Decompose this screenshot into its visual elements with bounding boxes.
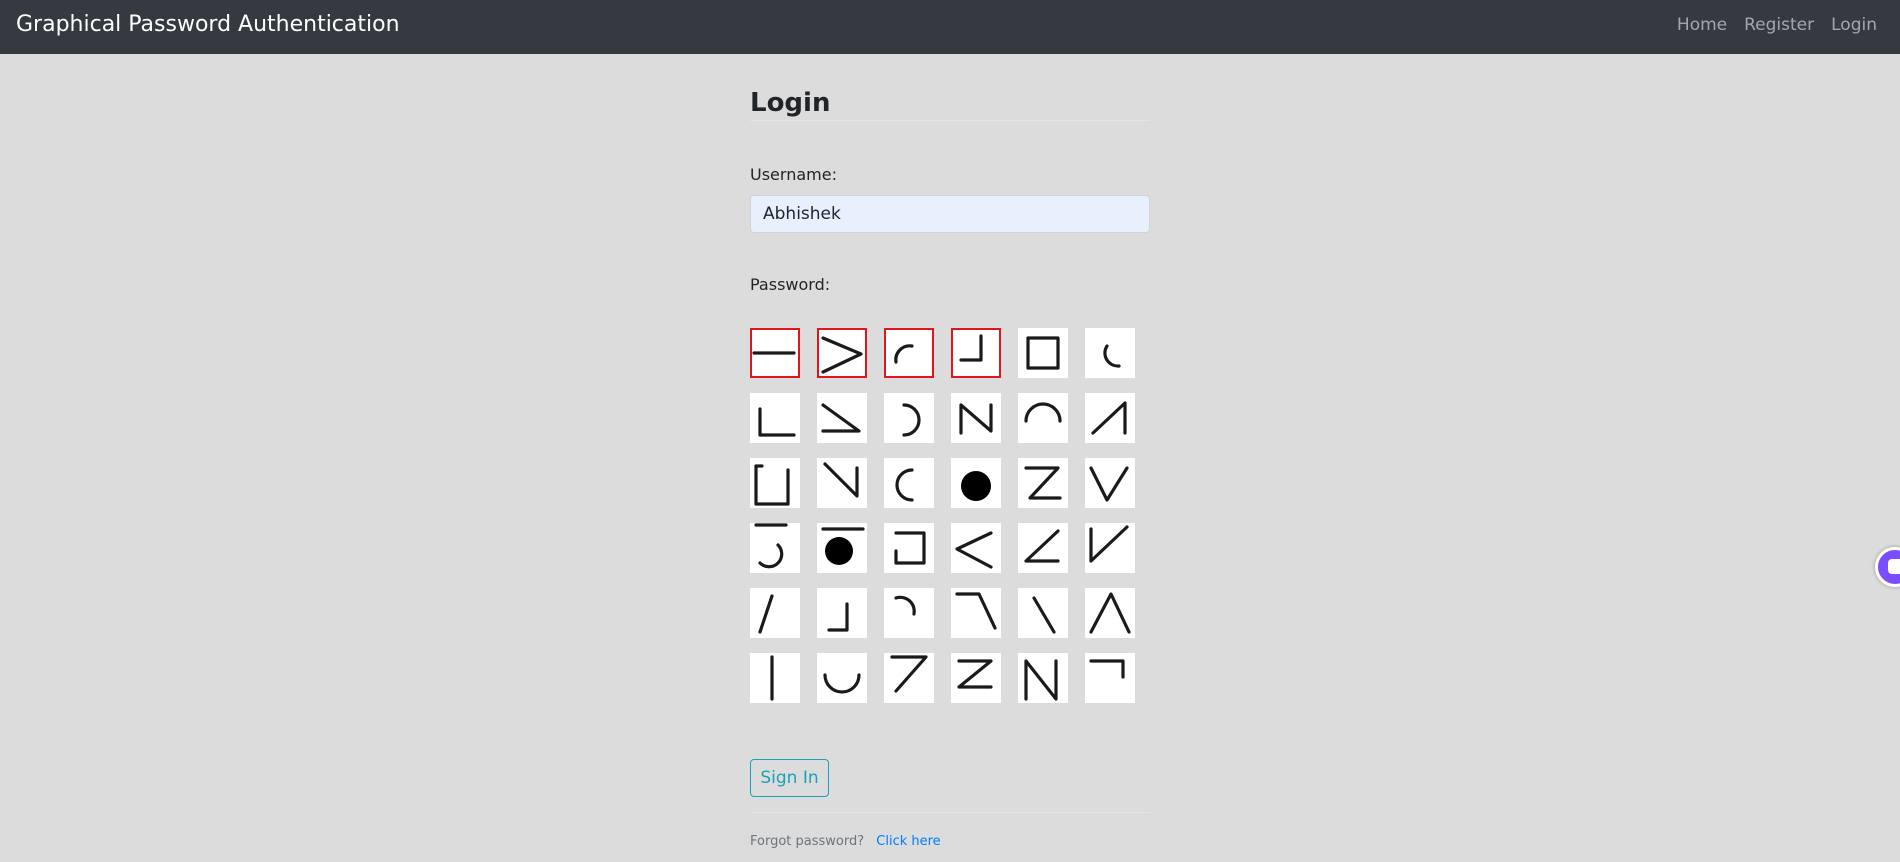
seven-icon xyxy=(890,655,928,693)
chat-widget-icon[interactable] xyxy=(1875,547,1900,587)
password-tile-angle-bottom[interactable] xyxy=(1018,523,1068,573)
password-tile-n-letter-full[interactable] xyxy=(1018,653,1068,703)
hook-bottom-right-icon xyxy=(754,523,788,569)
password-tile-corner-bottom-right[interactable] xyxy=(951,328,1001,378)
arc-top-icon xyxy=(1024,402,1062,423)
navbar: Graphical Password Authentication Home R… xyxy=(0,0,1900,54)
square-icon xyxy=(1026,336,1060,370)
password-tile-v-letter[interactable] xyxy=(1085,458,1135,508)
backslash-corner-icon xyxy=(823,462,859,498)
slash-icon xyxy=(758,594,774,634)
password-tile-triangle-down-right[interactable] xyxy=(817,393,867,443)
nav-link-home[interactable]: Home xyxy=(1677,15,1727,35)
greater-than-icon xyxy=(821,336,863,374)
password-tile-square[interactable] xyxy=(1018,328,1068,378)
corner-right-icon xyxy=(827,602,849,632)
password-tile-open-square-right[interactable] xyxy=(884,523,934,573)
password-tile-open-circle[interactable] xyxy=(817,523,867,573)
password-tile-open-square-left[interactable] xyxy=(750,458,800,508)
check-down-left-icon xyxy=(1089,525,1129,563)
corner-bottom-right-icon xyxy=(959,334,983,362)
corner-bottom-left-icon xyxy=(758,407,796,437)
password-tile-lambda[interactable] xyxy=(1085,588,1135,638)
password-tile-corner-bottom-left[interactable] xyxy=(750,393,800,443)
arc-left-icon xyxy=(895,468,914,502)
password-tile-arc-left[interactable] xyxy=(884,458,934,508)
hook-top-right-icon xyxy=(894,595,916,616)
brand-title[interactable]: Graphical Password Authentication xyxy=(16,12,400,37)
password-tile-vertical-line[interactable] xyxy=(750,653,800,703)
forgot-password-row: Forgot password? Click here xyxy=(750,834,941,849)
angle-top-left-icon xyxy=(955,592,997,630)
triangle-up-right-icon xyxy=(1091,401,1127,435)
password-tile-n-letter[interactable] xyxy=(951,393,1001,443)
horizontal-line-icon xyxy=(752,351,796,355)
password-tile-check-down-left[interactable] xyxy=(1085,523,1135,573)
arc-right-icon xyxy=(902,403,921,437)
lambda-icon xyxy=(1089,592,1131,634)
n-letter-icon xyxy=(959,403,993,435)
password-tile-horizontal-line[interactable] xyxy=(750,328,800,378)
password-label: Password: xyxy=(750,275,831,294)
nav-links: Home Register Login xyxy=(1677,15,1877,35)
chat-face-icon xyxy=(1888,559,1900,574)
username-input[interactable] xyxy=(750,195,1150,233)
password-tile-arc-bottom-left[interactable] xyxy=(1085,328,1135,378)
password-tile-arc-top[interactable] xyxy=(1018,393,1068,443)
password-tile-hook-bottom-right[interactable] xyxy=(750,523,800,573)
password-tile-corner-top-right[interactable] xyxy=(1085,653,1135,703)
footer-divider xyxy=(750,812,1150,813)
password-tile-z-letter[interactable] xyxy=(951,653,1001,703)
arc-bottom-left-icon xyxy=(1103,344,1121,368)
username-label: Username: xyxy=(750,165,837,184)
password-tile-greater-than[interactable] xyxy=(817,328,867,378)
password-tile-arc-top-left[interactable] xyxy=(884,328,934,378)
sign-in-button[interactable]: Sign In xyxy=(750,759,829,797)
forgot-password-link[interactable]: Click here xyxy=(876,834,940,849)
forgot-password-text: Forgot password? xyxy=(750,834,865,849)
password-tile-circle[interactable] xyxy=(951,458,1001,508)
nav-link-register[interactable]: Register xyxy=(1744,15,1814,35)
vertical-line-icon xyxy=(770,655,774,701)
password-tile-slash[interactable] xyxy=(750,588,800,638)
v-letter-icon xyxy=(1089,466,1129,502)
less-than-icon xyxy=(955,531,993,569)
password-tile-arc-right[interactable] xyxy=(884,393,934,443)
password-tile-z-letter-reverse[interactable] xyxy=(1018,458,1068,508)
password-tile-backslash[interactable] xyxy=(1018,588,1068,638)
cup-icon xyxy=(823,673,861,694)
password-tile-less-than[interactable] xyxy=(951,523,1001,573)
password-tile-angle-top-left[interactable] xyxy=(951,588,1001,638)
corner-top-right-icon xyxy=(1089,659,1125,679)
open-square-right-icon xyxy=(894,531,926,565)
angle-bottom-icon xyxy=(1024,529,1060,563)
password-tile-corner-right[interactable] xyxy=(817,588,867,638)
password-tile-cup[interactable] xyxy=(817,653,867,703)
title-divider xyxy=(750,120,1150,121)
backslash-icon xyxy=(1032,596,1056,634)
triangle-down-right-icon xyxy=(821,403,861,433)
password-tile-seven[interactable] xyxy=(884,653,934,703)
open-circle-icon xyxy=(821,527,865,565)
password-tile-hook-top-right[interactable] xyxy=(884,588,934,638)
n-letter-full-icon xyxy=(1024,659,1058,701)
open-square-left-icon xyxy=(754,464,790,506)
z-letter-reverse-icon xyxy=(1024,466,1062,500)
circle-icon xyxy=(961,471,991,501)
arc-top-left-icon xyxy=(894,344,914,364)
z-letter-icon xyxy=(957,659,993,689)
nav-link-login[interactable]: Login xyxy=(1831,15,1877,35)
password-tile-backslash-corner[interactable] xyxy=(817,458,867,508)
password-image-grid xyxy=(750,328,1150,728)
password-tile-triangle-up-right[interactable] xyxy=(1085,393,1135,443)
page-title: Login xyxy=(750,88,831,118)
